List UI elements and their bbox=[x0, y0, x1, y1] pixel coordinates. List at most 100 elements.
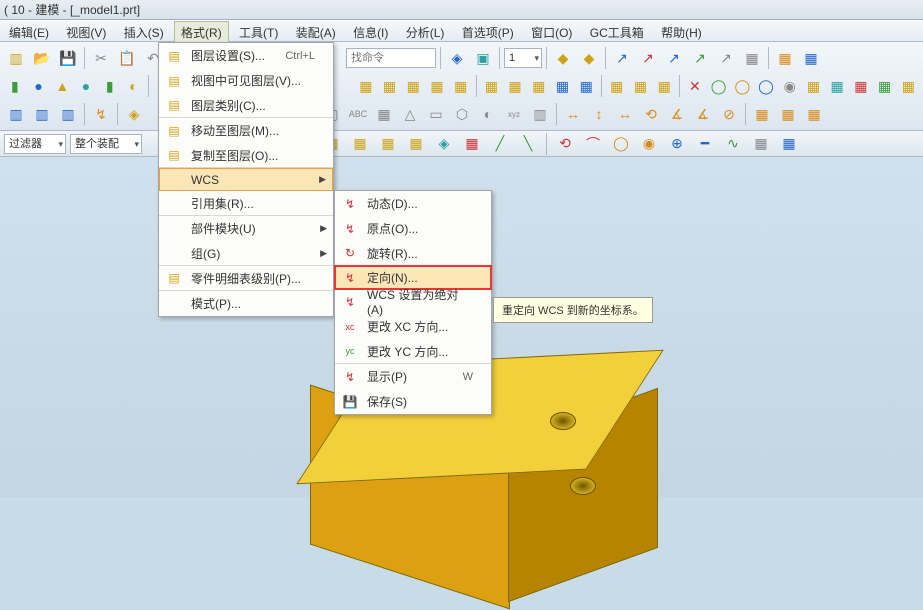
wcs-change-xc[interactable]: xc 更改 XC 方向... bbox=[335, 314, 491, 339]
revolve-icon[interactable]: ◐ bbox=[123, 74, 145, 98]
f3-icon[interactable]: ▦ bbox=[376, 132, 400, 156]
f13-icon[interactable]: ⊕ bbox=[665, 132, 689, 156]
menu-prefs[interactable]: 首选项(P) bbox=[455, 21, 521, 44]
menu-layer-category[interactable]: ▤ 图层类别(C)... bbox=[159, 93, 333, 118]
menu-layer-settings[interactable]: ▤ 图层设置(S)... Ctrl+L bbox=[159, 43, 333, 68]
asm2-icon[interactable]: ▦ bbox=[379, 74, 401, 98]
menu-copy-layer[interactable]: ▤ 复制至图层(O)... bbox=[159, 143, 333, 168]
menu-group[interactable]: 组(G) ▶ bbox=[159, 241, 333, 266]
x5-icon[interactable]: ◉ bbox=[779, 74, 801, 98]
block-icon[interactable]: ▮ bbox=[4, 74, 26, 98]
x2-icon[interactable]: ◯ bbox=[708, 74, 730, 98]
menu-analysis[interactable]: 分析(L) bbox=[399, 21, 452, 44]
x4-icon[interactable]: ◯ bbox=[755, 74, 777, 98]
asm9-icon[interactable]: ▦ bbox=[552, 74, 574, 98]
f8-icon[interactable]: ╲ bbox=[516, 132, 540, 156]
scope-select[interactable]: 整个装配 bbox=[70, 134, 142, 154]
an3-icon[interactable]: ▦ bbox=[372, 102, 396, 126]
x3-icon[interactable]: ◯ bbox=[731, 74, 753, 98]
cone-icon[interactable]: ▲ bbox=[51, 74, 73, 98]
save-icon[interactable]: 💾 bbox=[56, 46, 80, 70]
asm8-icon[interactable]: ▦ bbox=[528, 74, 550, 98]
s4-icon[interactable]: ↯ bbox=[89, 102, 113, 126]
x8-icon[interactable]: ▦ bbox=[850, 74, 872, 98]
csys4-icon[interactable]: ↗ bbox=[688, 46, 712, 70]
tool-a-icon[interactable]: ◆ bbox=[551, 46, 575, 70]
d10-icon[interactable]: ▦ bbox=[802, 102, 826, 126]
menu-view[interactable]: 视图(V) bbox=[59, 21, 113, 44]
asm12-icon[interactable]: ▦ bbox=[630, 74, 652, 98]
x1-icon[interactable]: ✕ bbox=[684, 74, 706, 98]
an8-icon[interactable]: xyz bbox=[502, 102, 526, 126]
wcs-absolute[interactable]: ↯ WCS 设置为绝对(A) bbox=[335, 289, 491, 314]
menu-refset[interactable]: 引用集(R)... bbox=[159, 191, 333, 216]
csys6-icon[interactable]: ▦ bbox=[740, 46, 764, 70]
d5-icon[interactable]: ∡ bbox=[665, 102, 689, 126]
f10-icon[interactable]: ⌒ bbox=[581, 132, 605, 156]
d2-icon[interactable]: ↕ bbox=[587, 102, 611, 126]
menu-mode[interactable]: 模式(P)... bbox=[159, 291, 333, 316]
s3-icon[interactable]: ▥ bbox=[56, 102, 80, 126]
f5-icon[interactable]: ◈ bbox=[432, 132, 456, 156]
cut-icon[interactable]: ✂ bbox=[89, 46, 113, 70]
f12-icon[interactable]: ◉ bbox=[637, 132, 661, 156]
csys1-icon[interactable]: ↗ bbox=[610, 46, 634, 70]
f11-icon[interactable]: ◯ bbox=[609, 132, 633, 156]
tool-b-icon[interactable]: ◆ bbox=[577, 46, 601, 70]
fit-view-icon[interactable]: ▣ bbox=[471, 46, 495, 70]
csys5-icon[interactable]: ↗ bbox=[714, 46, 738, 70]
menu-format[interactable]: 格式(R) bbox=[174, 21, 229, 44]
x6-icon[interactable]: ▦ bbox=[803, 74, 825, 98]
asm5-icon[interactable]: ▦ bbox=[450, 74, 472, 98]
menu-move-layer[interactable]: ▤ 移动至图层(M)... bbox=[159, 118, 333, 143]
tool-c-icon[interactable]: ▦ bbox=[773, 46, 797, 70]
an7-icon[interactable]: ◐ bbox=[476, 102, 500, 126]
wcs-change-yc[interactable]: yc 更改 YC 方向... bbox=[335, 339, 491, 364]
s2-icon[interactable]: ▥ bbox=[30, 102, 54, 126]
new-icon[interactable]: ▥ bbox=[4, 46, 28, 70]
extrude-icon[interactable]: ▮ bbox=[99, 74, 121, 98]
d7-icon[interactable]: ⊘ bbox=[717, 102, 741, 126]
filter-select[interactable]: 过滤器 bbox=[4, 134, 66, 154]
asm11-icon[interactable]: ▦ bbox=[606, 74, 628, 98]
asm10-icon[interactable]: ▦ bbox=[575, 74, 597, 98]
asm1-icon[interactable]: ▦ bbox=[355, 74, 377, 98]
f14-icon[interactable]: ━ bbox=[693, 132, 717, 156]
menu-edit[interactable]: 编辑(E) bbox=[2, 21, 56, 44]
d8-icon[interactable]: ▦ bbox=[750, 102, 774, 126]
s1-icon[interactable]: ▥ bbox=[4, 102, 28, 126]
menu-partlist-level[interactable]: ▤ 零件明细表级别(P)... bbox=[159, 266, 333, 291]
wcs-dynamic[interactable]: ↯ 动态(D)... bbox=[335, 191, 491, 216]
iso-view-icon[interactable]: ◈ bbox=[445, 46, 469, 70]
x7-icon[interactable]: ▦ bbox=[826, 74, 848, 98]
menu-tools[interactable]: 工具(T) bbox=[232, 21, 285, 44]
d3-icon[interactable]: ↔ bbox=[613, 102, 637, 126]
x9-icon[interactable]: ▦ bbox=[874, 74, 896, 98]
wcs-save[interactable]: 💾 保存(S) bbox=[335, 389, 491, 414]
f16-icon[interactable]: ▦ bbox=[749, 132, 773, 156]
menu-part-module[interactable]: 部件模块(U) ▶ bbox=[159, 216, 333, 241]
x10-icon[interactable]: ▦ bbox=[897, 74, 919, 98]
an2-icon[interactable]: ABC bbox=[346, 102, 370, 126]
d4-icon[interactable]: ⟲ bbox=[639, 102, 663, 126]
f4-icon[interactable]: ▦ bbox=[404, 132, 428, 156]
d1-icon[interactable]: ↔ bbox=[561, 102, 585, 126]
s5-icon[interactable]: ◈ bbox=[122, 102, 146, 126]
asm4-icon[interactable]: ▦ bbox=[426, 74, 448, 98]
wcs-origin[interactable]: ↯ 原点(O)... bbox=[335, 216, 491, 241]
menu-insert[interactable]: 插入(S) bbox=[117, 21, 171, 44]
asm6-icon[interactable]: ▦ bbox=[480, 74, 502, 98]
asm13-icon[interactable]: ▦ bbox=[653, 74, 675, 98]
asm7-icon[interactable]: ▦ bbox=[504, 74, 526, 98]
wcs-rotate[interactable]: ↻ 旋转(R)... bbox=[335, 241, 491, 266]
sphere-icon[interactable]: ● bbox=[75, 74, 97, 98]
menu-visible-layers[interactable]: ▤ 视图中可见图层(V)... bbox=[159, 68, 333, 93]
f7-icon[interactable]: ╱ bbox=[488, 132, 512, 156]
tool-d-icon[interactable]: ▦ bbox=[799, 46, 823, 70]
menu-assembly[interactable]: 装配(A) bbox=[289, 21, 343, 44]
f2-icon[interactable]: ▦ bbox=[348, 132, 372, 156]
d9-icon[interactable]: ▦ bbox=[776, 102, 800, 126]
f6-icon[interactable]: ▦ bbox=[460, 132, 484, 156]
d6-icon[interactable]: ∡ bbox=[691, 102, 715, 126]
an9-icon[interactable]: ▥ bbox=[528, 102, 552, 126]
